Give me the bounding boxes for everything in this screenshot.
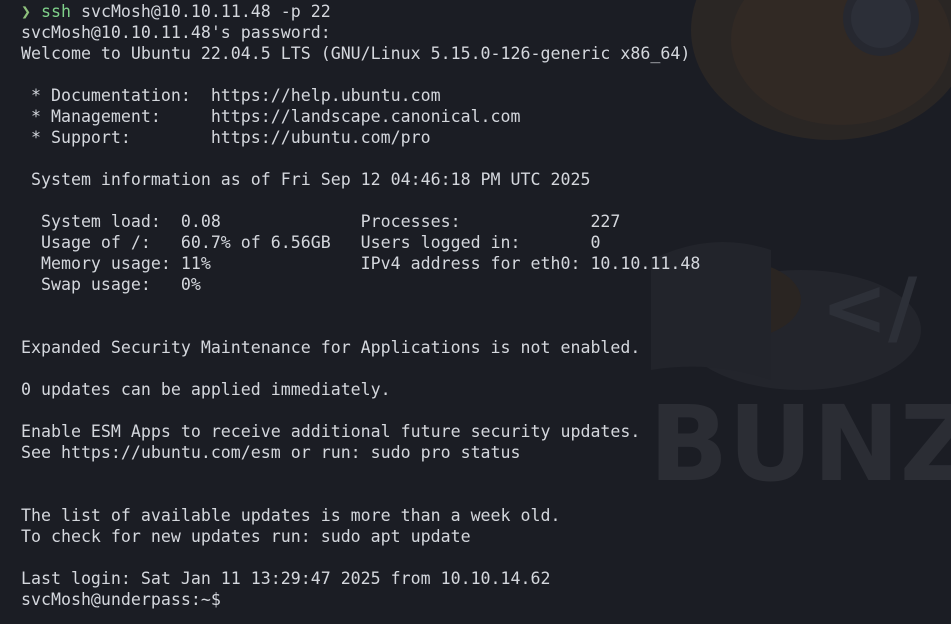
output-line: Last login: Sat Jan 11 13:29:47 2025 fro… [21,569,551,588]
output-line: See https://ubuntu.com/esm or run: sudo … [21,443,521,462]
command-program: ssh [41,2,71,21]
output-line: Usage of /: 60.7% of 6.56GB Users logged… [21,233,601,252]
terminal-output: ❯ ssh svcMosh@10.10.11.48 -p 22 svcMosh@… [21,1,951,610]
output-line: To check for new updates run: sudo apt u… [21,527,471,546]
output-line: svcMosh@10.10.11.48's password: [21,23,331,42]
output-line: 0 updates can be applied immediately. [21,380,391,399]
output-line: Memory usage: 11% IPv4 address for eth0:… [21,254,701,273]
output-line: * Management: https://landscape.canonica… [21,107,521,126]
output-line: System load: 0.08 Processes: 227 [21,212,621,231]
output-line: Enable ESM Apps to receive additional fu… [21,422,641,441]
terminal-window[interactable]: </ BUNZ ❯ ssh svcMosh@10.10.11.48 -p 22 … [0,0,951,624]
output-line: The list of available updates is more th… [21,506,561,525]
prompt-text: svcMosh@underpass:~$ [21,590,221,609]
output-line: Welcome to Ubuntu 22.04.5 LTS (GNU/Linux… [21,44,691,63]
shell-prompt[interactable]: svcMosh@underpass:~$ [21,589,951,610]
output-line: System information as of Fri Sep 12 04:4… [21,170,591,189]
output-line: Expanded Security Maintenance for Applic… [21,338,641,357]
output-line: * Support: https://ubuntu.com/pro [21,128,431,147]
command-line: ❯ ssh svcMosh@10.10.11.48 -p 22 [21,1,951,22]
prompt-arrow-icon: ❯ [21,2,31,21]
output-line: * Documentation: https://help.ubuntu.com [21,86,441,105]
output-line: Swap usage: 0% [21,275,201,294]
output-block: svcMosh@10.10.11.48's password: Welcome t… [21,22,951,589]
command-args: svcMosh@10.10.11.48 -p 22 [70,2,331,21]
